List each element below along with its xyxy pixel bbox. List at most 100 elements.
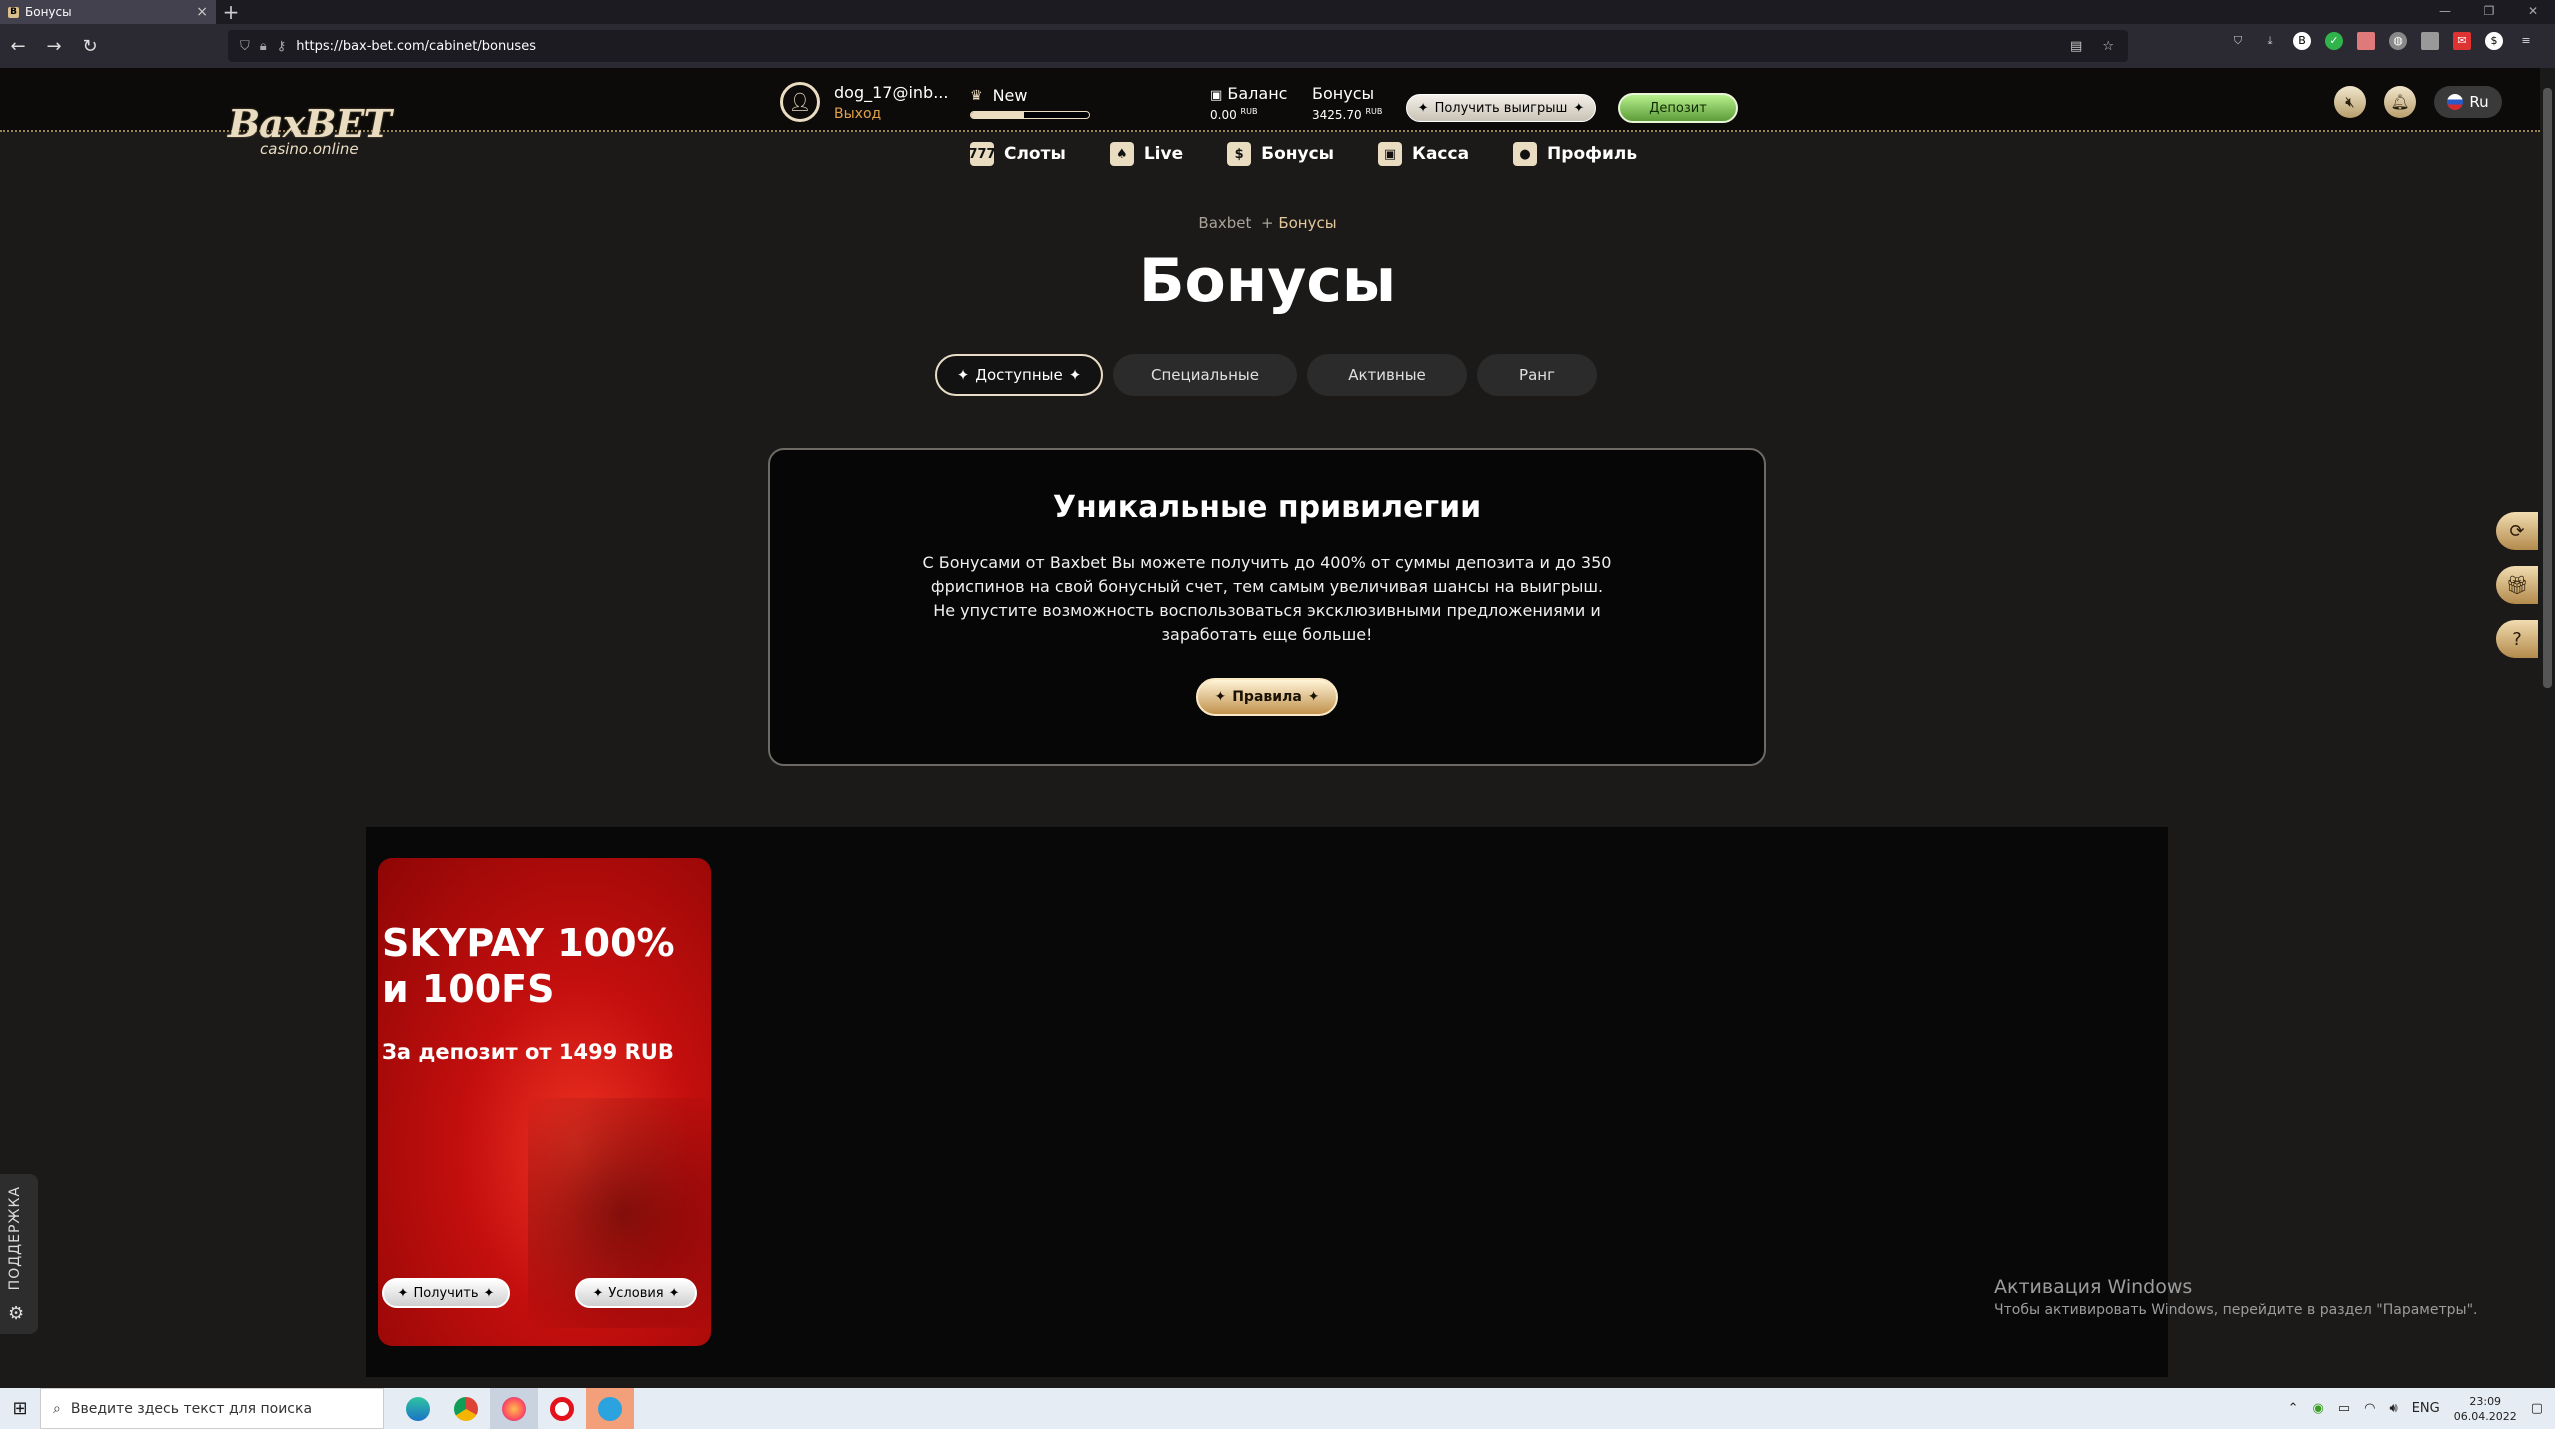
windows-activation-watermark: Активация Windows Чтобы активировать Win… (1994, 1276, 2477, 1318)
withdraw-button-label: Получить выигрыш (1434, 100, 1568, 116)
taskbar-search[interactable]: ⌕ Введите здесь текст для поиска (40, 1388, 384, 1429)
nav-item-bonuses[interactable]: $ Бонусы (1227, 142, 1334, 166)
tray-app-icon[interactable]: ◉ (2313, 1401, 2324, 1416)
clock[interactable]: 23:09 06.04.2022 (2454, 1394, 2517, 1424)
language-selector[interactable]: Ru (2434, 86, 2502, 118)
help-icon[interactable]: ? (2496, 620, 2538, 658)
terms-label: Условия (608, 1285, 664, 1301)
notifications-bell-icon[interactable]: 🔔︎ (2384, 86, 2416, 118)
back-icon[interactable]: ← (0, 36, 36, 57)
bonus-terms-button[interactable]: ✦ Условия ✦ (575, 1278, 697, 1308)
sparkle-icon: ✦ (1068, 366, 1082, 384)
url-text[interactable]: https://bax-bet.com/cabinet/bonuses (296, 39, 536, 54)
withdraw-button[interactable]: ✦ Получить выигрыш ✦ (1406, 94, 1596, 122)
chrome-icon[interactable] (442, 1388, 490, 1429)
nav-label: Live (1143, 144, 1184, 164)
edge-icon[interactable] (394, 1388, 442, 1429)
reload-icon[interactable]: ↻ (72, 36, 108, 57)
deposit-button[interactable]: Депозит (1618, 93, 1738, 123)
breadcrumb-current: Бонусы (1278, 214, 1337, 232)
tab-rank[interactable]: Ранг (1477, 354, 1597, 396)
battery-icon[interactable]: ▭ (2338, 1401, 2350, 1416)
rules-button-label: Правила (1232, 689, 1302, 705)
browser-navbar: ← → ↻ ⛉ 🔒︎ ⚷ https://bax-bet.com/cabinet… (0, 24, 2555, 68)
sparkle-icon: ✦ (1307, 689, 1320, 705)
gift-icon[interactable]: 🎁︎ (2496, 566, 2538, 604)
username[interactable]: dog_17@inb... (834, 83, 948, 102)
restore-icon[interactable]: ❐ (2467, 0, 2511, 24)
nav-item-slots[interactable]: 777 Слоты (968, 142, 1066, 166)
chevron-up-icon[interactable]: ⌃ (2288, 1401, 2299, 1416)
firefox-icon[interactable] (490, 1388, 538, 1429)
close-tab-icon[interactable]: × (196, 4, 208, 20)
page-scrollbar[interactable] (2540, 68, 2555, 1388)
extension-mail-icon[interactable]: ✉ (2453, 32, 2471, 50)
sparkle-icon: ✦ (483, 1285, 495, 1301)
sparkle-icon: ✦ (956, 366, 970, 384)
nav-item-profile[interactable]: ● Профиль (1513, 142, 1637, 166)
windows-start-icon[interactable]: ⊞ (0, 1398, 40, 1419)
balance-label: Баланс (1227, 84, 1288, 103)
gear-icon: ⚙ (8, 1303, 25, 1324)
extension-b-icon[interactable]: B (2293, 32, 2311, 50)
nav-item-cashier[interactable]: ▣ Касса (1378, 142, 1469, 166)
clock-time: 23:09 (2469, 1394, 2502, 1408)
pocket-icon[interactable]: ⛉ (2229, 32, 2247, 50)
sound-off-icon[interactable]: 🔇︎ (2334, 86, 2366, 118)
bonus-balance-block: Бонусы 3425.70 RUB (1312, 84, 1382, 122)
notifications-icon[interactable]: ▢ (2531, 1401, 2543, 1416)
new-tab-button[interactable]: + (216, 0, 246, 24)
extension-red-icon[interactable] (2357, 32, 2375, 50)
volume-icon[interactable]: 🔊︎ (2390, 1401, 2398, 1416)
taskbar-search-placeholder: Введите здесь текст для поиска (70, 1400, 313, 1417)
bookmark-star-icon[interactable]: ☆ (2102, 39, 2114, 54)
balance-currency: RUB (1240, 107, 1258, 116)
get-bonus-button[interactable]: ✦ Получить ✦ (382, 1278, 510, 1308)
avatar[interactable]: 👤︎ (780, 82, 820, 122)
address-bar[interactable]: ⛉ 🔒︎ ⚷ https://bax-bet.com/cabinet/bonus… (228, 30, 2128, 62)
window-close-icon[interactable]: ✕ (2511, 0, 2555, 24)
nav-item-live[interactable]: ♠ Live (1109, 142, 1184, 166)
shield-icon[interactable]: ⛉ (240, 39, 250, 54)
tab-active[interactable]: Активные (1307, 354, 1467, 396)
browser-tab[interactable]: B Бонусы × (0, 0, 216, 24)
sparkle-icon: ✦ (1417, 100, 1429, 116)
rules-button[interactable]: ✦ Правила ✦ (1196, 678, 1338, 716)
tab-title: Бонусы (25, 5, 72, 19)
sparkle-icon: ✦ (592, 1285, 604, 1301)
level-name: New (992, 86, 1028, 105)
support-tab[interactable]: ПОДДЕРЖКА ⚙ (0, 1174, 38, 1334)
tab-special[interactable]: Специальные (1113, 354, 1297, 396)
balance-value: 0.00 (1210, 108, 1237, 122)
tab-available[interactable]: ✦ Доступные ✦ (935, 354, 1103, 396)
minimize-icon[interactable]: — (2423, 0, 2467, 24)
extension-dollar-icon[interactable]: $ (2485, 32, 2503, 50)
bonus-currency: RUB (1365, 107, 1383, 116)
lock-icon[interactable]: 🔒︎ (260, 39, 267, 54)
wallet-icon: ▣ (1378, 142, 1403, 166)
logo-brand: BaxBET (228, 101, 392, 146)
input-language[interactable]: ENG (2412, 1401, 2440, 1416)
scrollbar-thumb[interactable] (2543, 88, 2552, 688)
tab-label: Активные (1348, 366, 1426, 384)
key-icon[interactable]: ⚷ (277, 39, 287, 54)
telegram-icon[interactable] (586, 1388, 634, 1429)
forward-icon[interactable]: → (36, 36, 72, 57)
reader-view-icon[interactable]: ▤ (2070, 39, 2082, 54)
breadcrumb-root[interactable]: Baxbet (1198, 214, 1251, 232)
nav-label: Бонусы (1261, 144, 1335, 164)
activation-text: Чтобы активировать Windows, перейдите в … (1994, 1302, 2478, 1318)
window-controls: — ❐ ✕ (2423, 0, 2555, 24)
downloads-icon[interactable]: ⤓ (2261, 32, 2279, 50)
extension-check-icon[interactable]: ✓ (2325, 32, 2343, 50)
site-logo[interactable]: BaxBET casino.online (228, 104, 408, 160)
extension-gray-icon[interactable] (2421, 32, 2439, 50)
network-icon[interactable]: ◠ (2364, 1401, 2375, 1416)
wheel-icon[interactable]: ⟳ (2496, 512, 2538, 550)
logout-link[interactable]: Выход (834, 106, 948, 122)
extension-globe-icon[interactable]: ◍ (2389, 32, 2407, 50)
balance-block: ▣ Баланс 0.00 RUB (1210, 84, 1287, 122)
user-level: ♛ New (970, 86, 1100, 119)
menu-icon[interactable]: ≡ (2517, 32, 2535, 50)
opera-icon[interactable] (538, 1388, 586, 1429)
